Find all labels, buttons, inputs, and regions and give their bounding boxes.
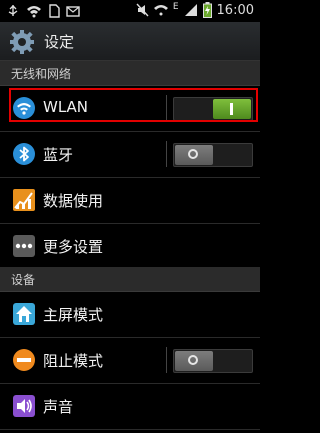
bluetooth-icon xyxy=(13,143,35,165)
settings-item-more[interactable]: 更多设置 xyxy=(0,223,260,270)
wlan-toggle[interactable] xyxy=(173,97,253,121)
settings-item-data-usage[interactable]: 数据使用 xyxy=(0,177,260,224)
wifi-icon xyxy=(153,5,168,16)
more-icon xyxy=(13,235,35,257)
sd-card-icon xyxy=(49,4,60,18)
data-usage-icon xyxy=(13,189,35,211)
section-header-wireless: 无线和网络 xyxy=(0,61,260,86)
mute-icon xyxy=(136,3,149,17)
blocking-mode-toggle[interactable] xyxy=(173,349,253,373)
divider xyxy=(166,347,167,373)
page-title: 设定 xyxy=(44,33,75,51)
gear-icon[interactable] xyxy=(9,29,35,55)
settings-item-label: 更多设置 xyxy=(43,238,104,256)
status-bar: E 16:00 xyxy=(0,0,260,22)
toggle-knob-off xyxy=(175,351,213,371)
section-header-label: 无线和网络 xyxy=(11,67,72,81)
settings-item-label: 阻止模式 xyxy=(43,352,104,370)
settings-item-label: 声音 xyxy=(43,398,74,416)
settings-item-label: 数据使用 xyxy=(43,192,104,210)
section-header-label: 设备 xyxy=(11,273,36,287)
notification-icon xyxy=(66,6,80,17)
settings-item-home-screen-mode[interactable]: 主屏模式 xyxy=(0,291,260,338)
wifi-icon xyxy=(27,6,41,18)
settings-item-bluetooth[interactable]: 蓝牙 xyxy=(0,131,260,178)
settings-item-label: WLAN xyxy=(43,98,89,116)
toggle-knob-off xyxy=(175,145,213,165)
home-icon xyxy=(13,303,35,325)
settings-item-blocking-mode[interactable]: 阻止模式 xyxy=(0,337,260,384)
signal-icon xyxy=(184,4,197,16)
divider xyxy=(166,141,167,167)
sound-icon xyxy=(13,395,35,417)
settings-item-wlan[interactable]: WLAN xyxy=(0,85,260,132)
action-bar: 设定 xyxy=(0,22,260,61)
toggle-knob-on xyxy=(213,99,251,119)
clock: 16:00 xyxy=(216,2,254,18)
wifi-icon xyxy=(13,97,35,119)
bluetooth-toggle[interactable] xyxy=(173,143,253,167)
settings-item-label: 主屏模式 xyxy=(43,306,104,324)
block-icon xyxy=(13,349,35,371)
usb-icon xyxy=(8,5,18,16)
settings-item-label: 蓝牙 xyxy=(43,146,74,164)
divider xyxy=(166,95,167,121)
network-type-label: E xyxy=(172,2,179,12)
section-header-device: 设备 xyxy=(0,267,260,292)
settings-item-sound[interactable]: 声音 xyxy=(0,383,260,430)
battery-charging-icon xyxy=(202,2,212,18)
